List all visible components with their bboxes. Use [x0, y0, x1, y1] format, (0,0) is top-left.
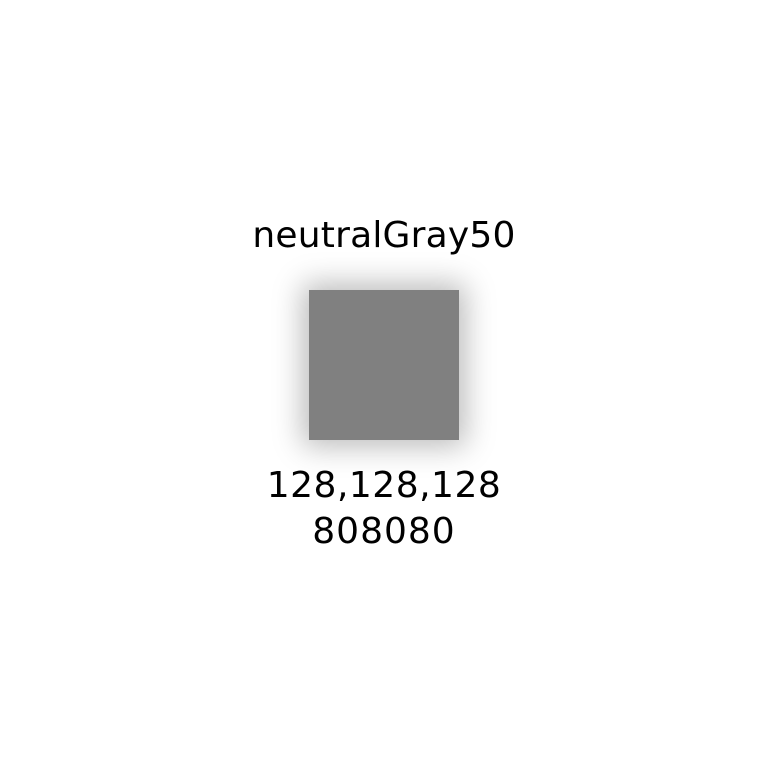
rgb-value-label: 128,128,128	[266, 465, 502, 506]
color-swatch	[309, 290, 459, 440]
hex-value-label: 808080	[312, 511, 456, 552]
color-name-label: neutralGray50	[252, 215, 516, 256]
